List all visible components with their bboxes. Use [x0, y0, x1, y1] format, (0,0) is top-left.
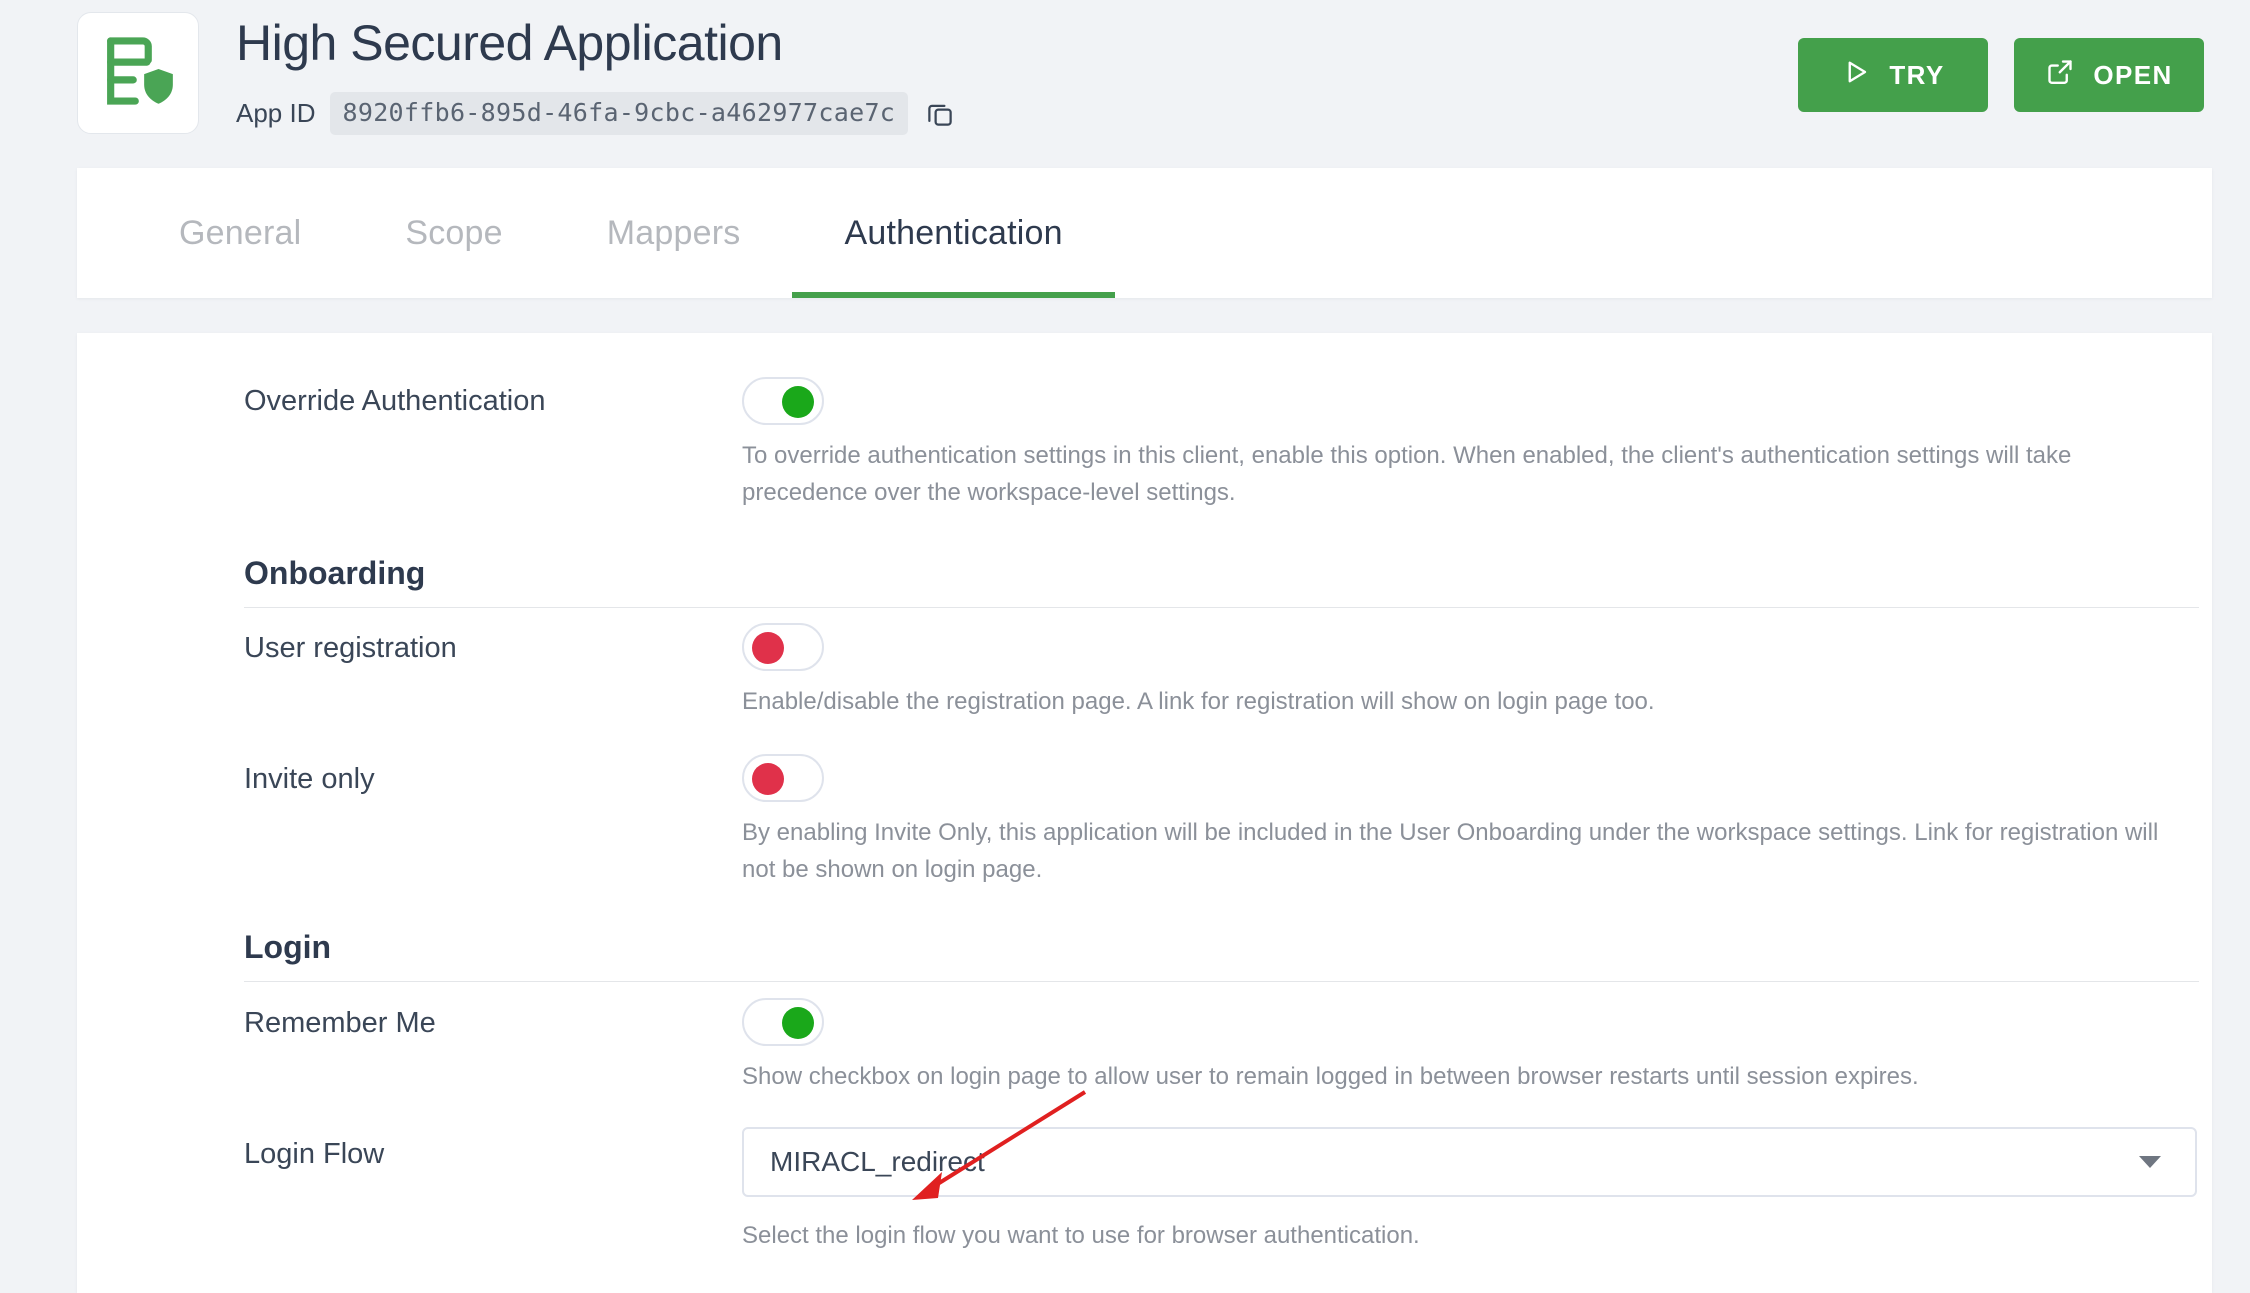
- tab-mappers[interactable]: Mappers: [555, 168, 793, 298]
- override-authentication-hint: To override authentication settings in t…: [742, 442, 2072, 506]
- app-id-value: 8920ffb6-895d-46fa-9cbc-a462977cae7c: [329, 92, 909, 135]
- tab-bar: General Scope Mappers Authentication: [127, 168, 1116, 298]
- remember-me-label: Remember Me: [244, 1007, 436, 1039]
- remember-me-hint: Show checkbox on login page to allow use…: [742, 1063, 1919, 1090]
- invite-only-toggle[interactable]: [742, 754, 824, 802]
- user-registration-hint: Enable/disable the registration page. A …: [742, 688, 1655, 715]
- login-flow-hint: Select the login flow you want to use fo…: [742, 1222, 1420, 1249]
- user-registration-label: User registration: [244, 632, 457, 664]
- app-id-row: App ID 8920ffb6-895d-46fa-9cbc-a462977ca…: [236, 92, 958, 135]
- toggle-knob: [752, 632, 784, 664]
- tab-general[interactable]: General: [127, 168, 353, 298]
- play-icon: [1841, 57, 1871, 94]
- login-flow-label: Login Flow: [244, 1138, 385, 1170]
- open-button-label: OPEN: [2093, 59, 2173, 90]
- try-button-label: TRY: [1889, 59, 1945, 90]
- user-registration-toggle[interactable]: [742, 623, 824, 671]
- open-button[interactable]: OPEN: [2014, 38, 2204, 112]
- authentication-settings-panel: Override Authentication To override auth…: [77, 333, 2212, 1293]
- toggle-knob: [782, 386, 814, 418]
- app-id-label: App ID: [236, 98, 316, 128]
- toggle-knob: [752, 763, 784, 795]
- section-title-login: Login: [244, 929, 332, 965]
- section-divider-login: [244, 981, 2199, 982]
- header-actions: TRY OPEN: [1798, 38, 2204, 112]
- toggle-knob: [782, 1007, 814, 1039]
- override-authentication-label: Override Authentication: [244, 385, 546, 417]
- tab-authentication[interactable]: Authentication: [792, 168, 1116, 298]
- page-title: High Secured Application: [236, 15, 783, 71]
- section-divider-onboarding: [244, 607, 2199, 608]
- external-link-icon: [2045, 57, 2075, 94]
- invite-only-label: Invite only: [244, 763, 375, 795]
- tabs-card: General Scope Mappers Authentication: [77, 168, 2212, 298]
- login-flow-selected-value: MIRACL_redirect: [770, 1146, 985, 1177]
- chevron-down-icon: [2139, 1156, 2161, 1168]
- copy-icon[interactable]: [922, 96, 958, 132]
- section-title-onboarding: Onboarding: [244, 555, 426, 591]
- try-button[interactable]: TRY: [1798, 38, 1988, 112]
- page-header: High Secured Application App ID 8920ffb6…: [0, 0, 2250, 170]
- remember-me-toggle[interactable]: [742, 998, 824, 1046]
- app-logo: [77, 12, 199, 134]
- invite-only-hint: By enabling Invite Only, this applicatio…: [742, 819, 2159, 883]
- tab-scope[interactable]: Scope: [353, 168, 554, 298]
- override-authentication-toggle[interactable]: [742, 377, 824, 425]
- login-flow-select[interactable]: MIRACL_redirect: [742, 1127, 2197, 1197]
- secured-application-icon: [97, 30, 179, 117]
